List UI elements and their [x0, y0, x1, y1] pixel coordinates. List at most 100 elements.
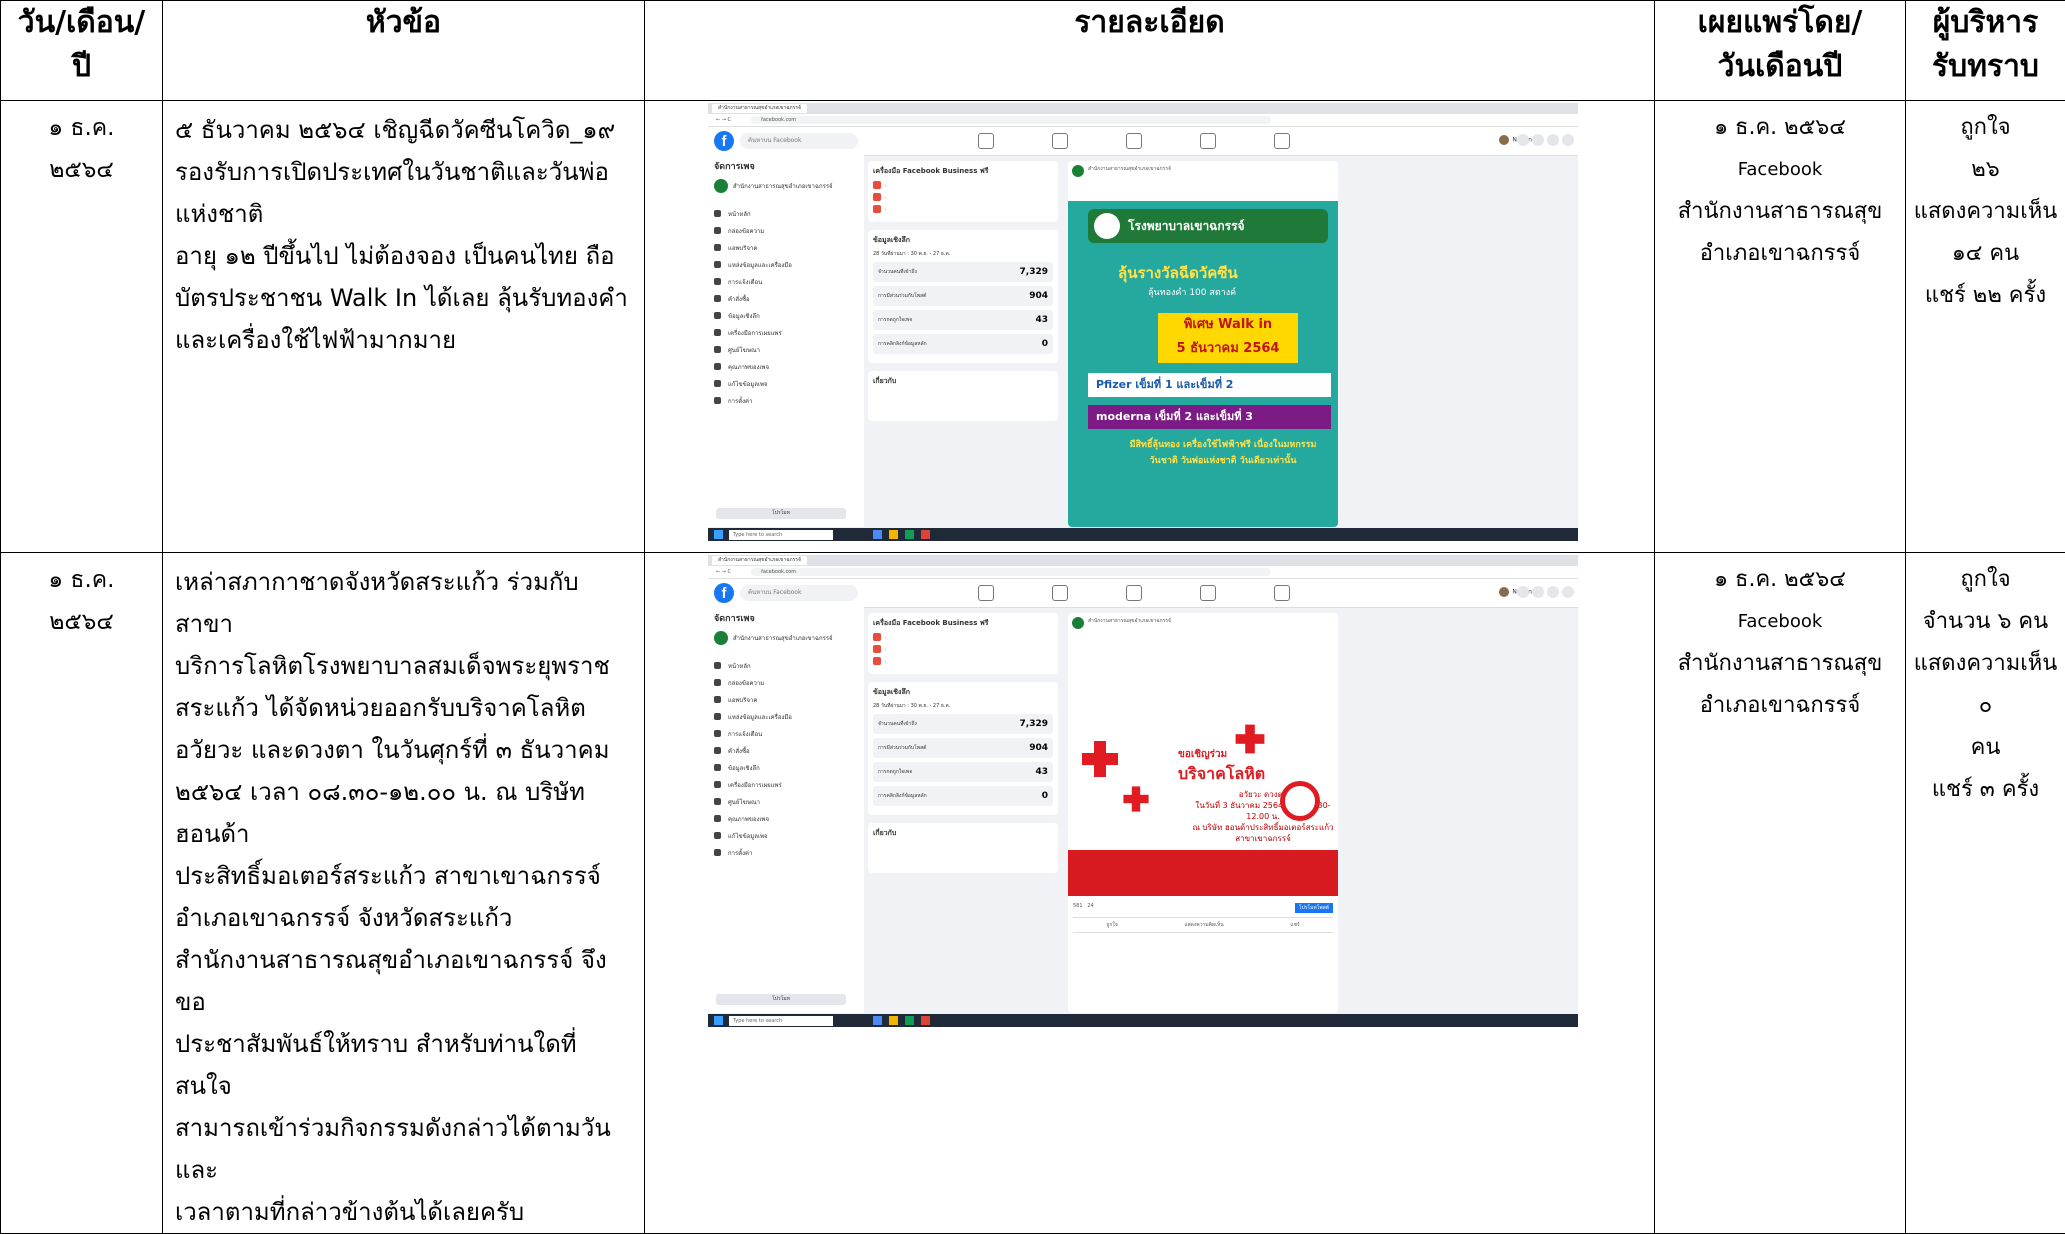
topic-line: อวัยวะ และดวงตา ในวันศุกร์ที่ ๓ ธันวาคม	[175, 729, 634, 771]
insights-range: 28 วันที่ผ่านมา : 30 พ.ย. - 27 ธ.ค.	[873, 250, 1053, 258]
browser-addressbar: ← → Cfacebook.com	[708, 566, 1578, 579]
poster-gift: มีสิทธิ์ลุ้นทอง เครื่องใช้ไฟฟ้าฟรี เนื่อ…	[1128, 437, 1318, 469]
table-row: ๑ ธ.ค. ๒๕๖๔ เหล่าสภากาชาดจังหวัดสระแก้ว …	[1, 553, 2065, 1234]
sidebar-title: จัดการเพจ	[714, 159, 864, 173]
messenger-icon	[1532, 586, 1544, 598]
account-icon	[1562, 586, 1574, 598]
windows-taskbar: Type here to search	[708, 1014, 1578, 1027]
topic-line: เหล่าสภากาชาดจังหวัดสระแก้ว ร่วมกับสาขา	[175, 561, 634, 645]
facebook-actions	[1514, 586, 1574, 598]
browser-tab: สำนักงานสาธารณสุขอำเภอเขาฉกรรจ์	[712, 104, 807, 113]
windows-start-icon	[714, 1016, 723, 1025]
sidebar-item: หน้าหลัก	[714, 657, 864, 674]
tools-title: เครื่องมือ Facebook Business ฟรี	[873, 618, 1053, 629]
date-line: ๑ ธ.ค.	[1, 559, 162, 601]
date-line: ๒๕๖๔	[1, 149, 162, 191]
facebook-actions	[1514, 134, 1574, 146]
table-row: ๑ ธ.ค. ๒๕๖๔ ๕ ธันวาคม ๒๕๖๔ เชิญฉีดวัคซีน…	[1, 101, 2065, 553]
header-executive-line: รับทราบ	[1906, 45, 2065, 89]
facebook-nav-icons	[978, 133, 1348, 149]
tools-card: เครื่องมือ Facebook Business ฟรี . . .	[868, 161, 1058, 222]
executive-line: ถูกใจ	[1906, 107, 2065, 149]
header-publisher-line: เผยแพร่โดย/	[1655, 1, 1905, 45]
header-row: วัน/เดือน/ ปี หัวข้อ รายละเอียด เผยแพร่โ…	[1, 1, 2065, 101]
topic-line: รองรับการเปิดประเทศในวันชาติและวันพ่อ	[175, 151, 634, 193]
header-publisher: เผยแพร่โดย/ วันเดือนปี	[1655, 1, 1906, 101]
about-card: เกี่ยวกับ	[868, 371, 1058, 421]
facebook-screenshot: สำนักงานสาธารณสุขอำเภอเขาฉกรรจ์ ← → C fac…	[708, 103, 1578, 541]
sidebar-item: คำสั่งซื้อ	[714, 742, 864, 759]
red-cross-icon	[1123, 786, 1148, 811]
insights-title: ข้อมูลเชิงลึก	[873, 235, 1053, 246]
sidebar-item: การแจ้งเตือน	[714, 725, 864, 742]
windows-taskbar: Type here to search	[708, 528, 1578, 541]
taskbar-search: Type here to search	[729, 1016, 833, 1026]
poster-sub: ลุ้นทองคำ 100 สตางค์	[1148, 285, 1236, 299]
topic-line: สระแก้ว ได้จัดหน่วยออกรับบริจาคโลหิต	[175, 687, 634, 729]
report-table: วัน/เดือน/ ปี หัวข้อ รายละเอียด เผยแพร่โ…	[0, 0, 2065, 1234]
page-middle: เครื่องมือ Facebook Business ฟรี . . . ข…	[868, 613, 1058, 1013]
tools-card: เครื่องมือ Facebook Business ฟรี . . .	[868, 613, 1058, 674]
post-header: สำนักงานสาธารณสุขอำเภอเขาฉกรรจ์	[1068, 161, 1338, 181]
hospital-banner: โรงพยาบาลเขาฉกรรจ์	[1088, 209, 1328, 243]
topic-line: ๕ ธันวาคม ๒๕๖๔ เชิญฉีดวัคซีนโควิด_๑๙	[175, 109, 634, 151]
executive-cell: ถูกใจ ๒๖ แสดงความเห็น ๑๔ คน แชร์ ๒๒ ครั้…	[1906, 101, 2065, 553]
sidebar-title: จัดการเพจ	[714, 611, 864, 625]
poster-band	[1068, 850, 1338, 896]
page-sidebar: จัดการเพจ สำนักงานสาธารณสุขอำเภอเขาฉกรรจ…	[708, 155, 864, 527]
stat-row: การกดถูกใจเพจ43	[873, 310, 1053, 330]
sidebar-page: สำนักงานสาธารณสุขอำเภอเขาฉกรรจ์	[714, 631, 864, 645]
nav-arrows-icon: ← → C	[716, 117, 731, 123]
facebook-search: ค้นหาบน Facebook	[740, 133, 858, 149]
groups-icon	[1200, 585, 1216, 601]
sidebar-item: แอพบริจาค	[714, 239, 864, 256]
topic-line: อำเภอเขาฉกรรจ์ จังหวัดสระแก้ว	[175, 897, 634, 939]
marketplace-icon	[1126, 133, 1142, 149]
executive-line: คน	[1906, 727, 2065, 769]
executive-line: แชร์ ๒๒ ครั้ง	[1906, 275, 2065, 317]
topic-line: ประชาสัมพันธ์ให้ทราบ สำหรับท่านใดที่ สนใ…	[175, 1023, 634, 1107]
topic-line: ประสิทธิ์มอเตอร์สระแก้ว สาขาเขาฉกรรจ์	[175, 855, 634, 897]
facebook-logo-icon: f	[714, 131, 734, 151]
topic-line: อายุ ๑๒ ปีขึ้นไป ไม่ต้องจอง เป็นคนไทย ถื…	[175, 235, 634, 277]
sidebar-item: หน้าหลัก	[714, 205, 864, 222]
sidebar-item: แก้ไขข้อมูลเพจ	[714, 375, 864, 392]
sidebar-page: สำนักงานสาธารณสุขอำเภอเขาฉกรรจ์	[714, 179, 864, 193]
url-field: facebook.com	[751, 116, 1271, 124]
executive-line: จำนวน ๖ คน	[1906, 601, 2065, 643]
browser-tabbar: สำนักงานสาธารณสุขอำเภอเขาฉกรรจ์	[708, 555, 1578, 566]
sidebar-item: คุณภาพของเพจ	[714, 358, 864, 375]
heart-icon	[1280, 781, 1320, 821]
poster-pfizer: Pfizer เข็มที่ 1 และเข็มที่ 2	[1088, 373, 1331, 397]
browser-tabbar: สำนักงานสาธารณสุขอำเภอเขาฉกรรจ์	[708, 103, 1578, 114]
stat-row: การคลิกลิงก์ข้อมูลหลัก0	[873, 334, 1053, 354]
post-card: สำนักงานสาธารณสุขอำเภอเขาฉกรรจ์ โรงพยาบา…	[1068, 161, 1338, 527]
sidebar-item: กล่องข้อความ	[714, 674, 864, 691]
publisher-line: สำนักงานสาธารณสุข	[1655, 643, 1905, 685]
groups-icon	[1200, 133, 1216, 149]
publisher-cell: ๑ ธ.ค. ๒๕๖๔ Facebook สำนักงานสาธารณสุข อ…	[1655, 101, 1906, 553]
vaccine-poster: โรงพยาบาลเขาฉกรรจ์ ลุ้นรางวัลฉีดวัคซีน ล…	[1068, 201, 1338, 527]
publisher-line: สำนักงานสาธารณสุข	[1655, 191, 1905, 233]
video-icon	[1052, 133, 1068, 149]
publisher-line: Facebook	[1655, 601, 1905, 643]
detail-cell: สำนักงานสาธารณสุขอำเภอเขาฉกรรจ์ ← → C fac…	[645, 101, 1655, 553]
home-icon	[978, 133, 994, 149]
topic-line: บริการโลหิตโรงพยาบาลสมเด็จพระยุพราช	[175, 645, 634, 687]
topic-line: สามารถเข้าร่วมกิจกรรมดังกล่าวได้ตามวันแล…	[175, 1107, 634, 1191]
home-icon	[978, 585, 994, 601]
url-field: facebook.com	[751, 568, 1271, 576]
post-footer: 581 24 โปรโมทโพสต์ ถูกใจแสดงความคิดเห็นแ…	[1068, 903, 1338, 933]
page-avatar	[1072, 165, 1084, 177]
publisher-line: ๑ ธ.ค. ๒๕๖๔	[1655, 559, 1905, 601]
page-middle: เครื่องมือ Facebook Business ฟรี . . . ข…	[868, 161, 1058, 527]
topic-line: แห่งชาติ	[175, 193, 634, 235]
windows-start-icon	[714, 530, 723, 539]
header-executive-line: ผู้บริหาร	[1906, 1, 2065, 45]
sidebar-item: คำสั่งซื้อ	[714, 290, 864, 307]
publisher-line: อำเภอเขาฉกรรจ์	[1655, 233, 1905, 275]
menu-icon	[1517, 134, 1529, 146]
page-avatar	[1072, 617, 1084, 629]
gaming-icon	[1274, 585, 1290, 601]
promote-button: โปรโมท	[716, 508, 846, 519]
